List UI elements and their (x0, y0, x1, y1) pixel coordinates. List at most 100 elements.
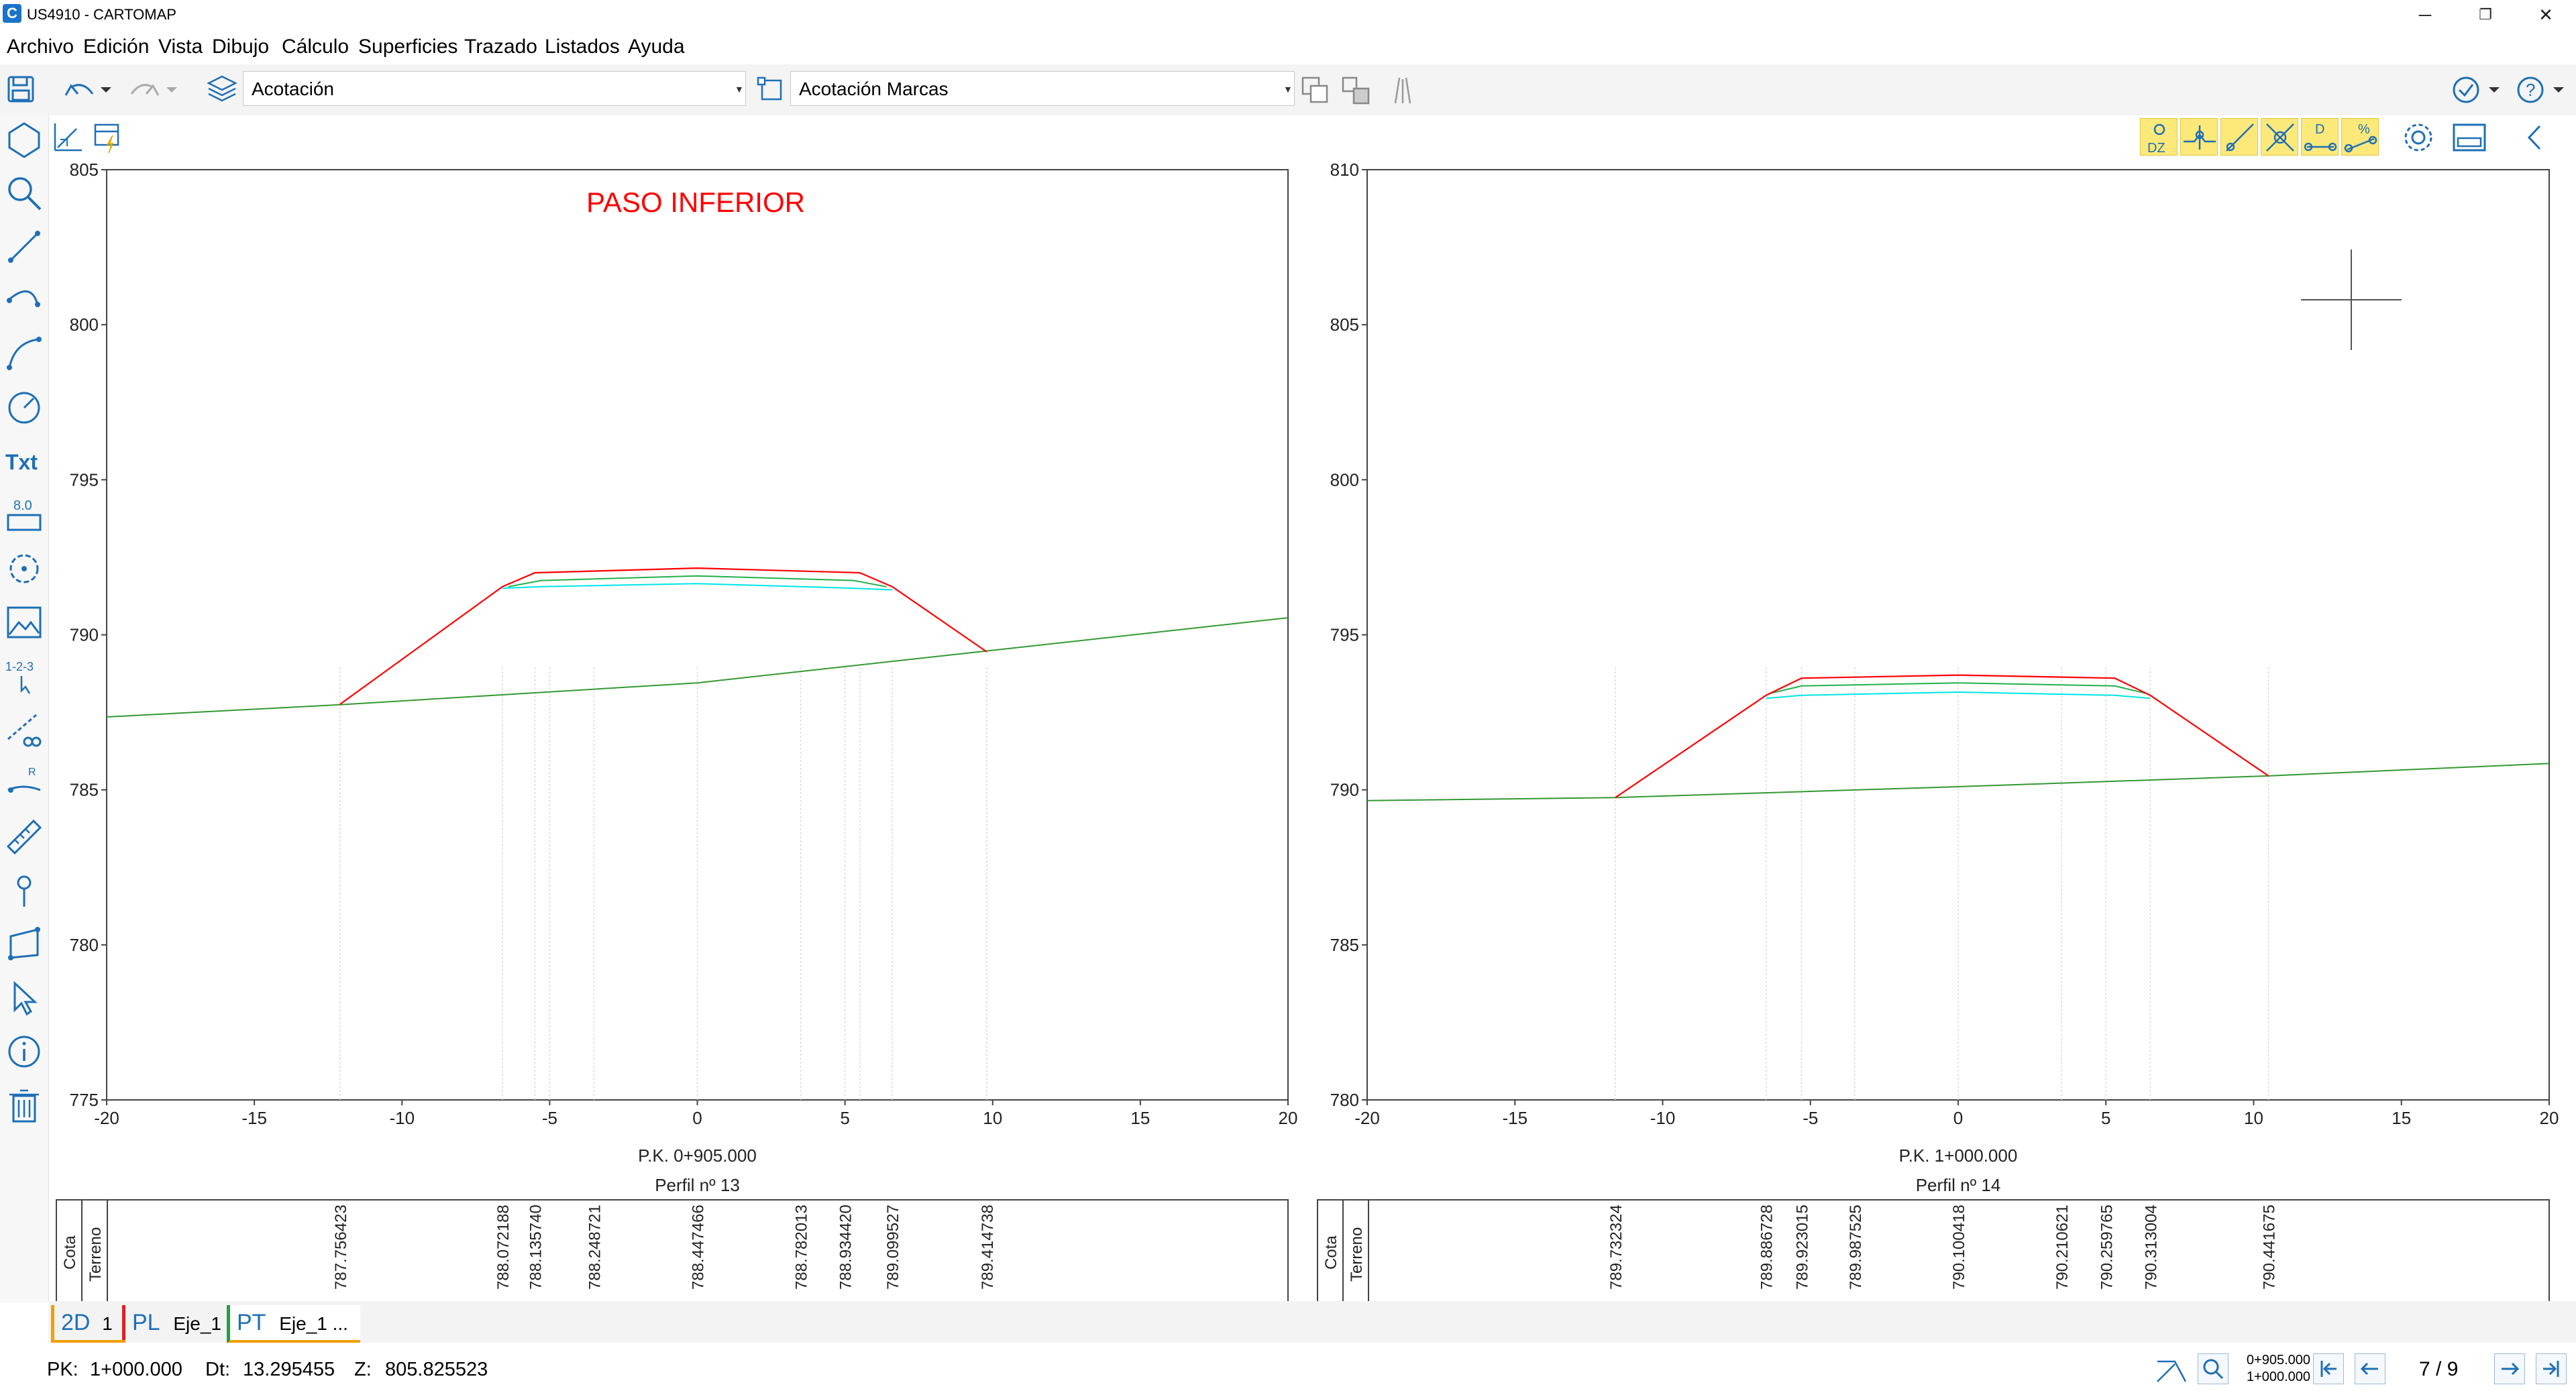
status-bar: PK: 1+000.000 Dt: 13.295455 Z: 805.82552… (0, 1343, 2576, 1395)
circle-icon[interactable] (4, 388, 44, 428)
surface-line (339, 567, 987, 705)
dz-tool[interactable]: DZ (2140, 118, 2178, 156)
dimension-tool-label: 8.0 (13, 498, 32, 513)
pk-label: P.K. 1+000.000 (1899, 1146, 2018, 1166)
plot-frame (106, 169, 1289, 1101)
x-tick-label: 5 (2101, 1108, 2110, 1128)
arc-icon[interactable] (4, 334, 44, 374)
terreno-value: 789.099527 (884, 1205, 902, 1290)
gear-wheel-icon[interactable] (4, 549, 44, 589)
x-tick-label: 0 (692, 1108, 702, 1128)
search-icon[interactable] (4, 173, 44, 213)
info-icon[interactable] (4, 1031, 44, 1072)
y-tick-label: 795 (70, 469, 99, 490)
range-bottom: 1+000.000 (2246, 1370, 2310, 1384)
arrow-right-icon (2502, 1362, 2520, 1376)
zoom-profile-button[interactable] (2198, 1353, 2229, 1384)
chevron-down-icon: ▼ (1283, 84, 1293, 95)
y-tick-label: 800 (1330, 469, 1359, 490)
tab-2d[interactable]: 2D 1 (51, 1305, 125, 1343)
curve-icon[interactable] (4, 280, 44, 321)
profile-chart-2: 810 805 800 795 790 785 780-20 -15 -10 -5 0 5 10 15 20… (1317, 161, 2559, 1301)
redo-icon[interactable] (127, 76, 181, 103)
settings-gear-icon[interactable] (2400, 119, 2436, 156)
menu-calculo[interactable]: Cálculo (282, 35, 349, 59)
delete-trash-icon[interactable] (4, 1085, 44, 1125)
tab-2d-label: 1 (102, 1313, 113, 1334)
style-combo[interactable]: Acotación Marcas ▼ (790, 71, 1295, 106)
tab-pl-prefix: PL (132, 1310, 160, 1335)
main-toolbar: Acotación ▼ Acotación Marcas ▼ ? (0, 64, 2576, 116)
terreno-value: 788.447466 (690, 1205, 708, 1290)
quick-calc-icon[interactable] (93, 121, 126, 154)
data-table-frame (56, 1199, 1289, 1301)
range-top: 0+905.000 (2246, 1353, 2310, 1368)
polyline-icon[interactable] (4, 924, 44, 964)
previous-profile-button[interactable] (2355, 1353, 2385, 1384)
window-title: US4910 - CARTOMAP (27, 6, 176, 23)
collapse-chevron-icon[interactable] (2520, 119, 2551, 156)
dt-label: Dt: (205, 1359, 231, 1380)
base-line (508, 575, 887, 588)
title-bar: C US4910 - CARTOMAP ─ ❐ ✕ (0, 0, 2576, 30)
menu-dibujo[interactable]: Dibujo (212, 35, 269, 59)
ruler-icon[interactable] (4, 817, 44, 857)
last-profile-button[interactable] (2536, 1353, 2567, 1384)
intersect-tool[interactable] (2261, 118, 2298, 156)
next-profile-button[interactable] (2494, 1353, 2525, 1384)
row-label-terreno: Terreno (1348, 1227, 1366, 1282)
restore-button[interactable]: ❐ (2455, 0, 2516, 30)
close-button[interactable]: ✕ (2516, 0, 2576, 30)
numbering-tool-label: 1-2-3 (5, 660, 34, 673)
menu-edicion[interactable]: Edición (83, 35, 149, 59)
panel-icon[interactable] (2451, 119, 2487, 156)
terreno-value: 789.987525 (1847, 1205, 1865, 1290)
select-cursor-icon[interactable] (4, 978, 44, 1018)
vertex-tool[interactable] (2180, 118, 2218, 156)
y-tick-label: 790 (1330, 780, 1359, 800)
percent-tool[interactable]: % (2341, 118, 2379, 156)
style-combo-value: Acotación Marcas (799, 78, 949, 99)
x-tick-label: 20 (1279, 1108, 1298, 1128)
axis-tool-icon[interactable] (1386, 74, 1419, 107)
text-icon[interactable]: Txt (4, 441, 44, 482)
track-profile-icon[interactable] (2155, 1355, 2188, 1386)
radius-icon[interactable]: R (4, 763, 44, 803)
minimize-button[interactable]: ─ (2395, 0, 2455, 30)
copy-layer-icon[interactable] (1299, 74, 1332, 107)
profile-viewer[interactable]: 805800795790785780775-20 -15 -10 -5 0 5 10 15 20… (48, 161, 2576, 1301)
menu-listados[interactable]: Listados (545, 35, 620, 59)
y-tick-label: 785 (1330, 935, 1359, 955)
distance-tool[interactable]: D (2301, 118, 2339, 156)
polygon-icon[interactable] (4, 119, 44, 160)
point-icon[interactable] (4, 871, 44, 911)
plot-frame (1366, 169, 2550, 1101)
menu-superficies[interactable]: Superficies (358, 35, 458, 59)
edit-profile-icon[interactable] (52, 121, 86, 154)
menu-archivo[interactable]: Archivo (7, 35, 74, 59)
move-layer-icon[interactable] (1339, 74, 1373, 107)
save-icon[interactable] (5, 74, 36, 105)
menu-vista[interactable]: Vista (158, 35, 203, 59)
menu-trazado[interactable]: Trazado (464, 35, 537, 59)
help-icon[interactable]: ? (2516, 74, 2572, 107)
terreno-value: 790.100418 (1950, 1205, 1968, 1290)
slope-tool[interactable] (2220, 118, 2258, 156)
terreno-value: 788.934420 (837, 1205, 855, 1290)
line-icon[interactable] (4, 227, 44, 267)
dimension-icon[interactable]: 8.0 (4, 495, 44, 535)
d-label: D (2315, 122, 2324, 137)
image-icon[interactable] (4, 602, 44, 643)
check-dropdown-icon[interactable] (2451, 74, 2505, 107)
layer-combo[interactable]: Acotación ▼ (243, 71, 746, 106)
x-tick-label: 10 (983, 1108, 1002, 1128)
numbering-icon[interactable]: 1-2-3 (4, 656, 44, 696)
offset-line-icon[interactable] (4, 710, 44, 750)
tab-pt[interactable]: PT Eje_1 ... (227, 1305, 360, 1344)
y-tick-label: 775 (70, 1090, 99, 1110)
undo-icon[interactable] (62, 76, 115, 103)
first-profile-button[interactable] (2313, 1353, 2344, 1384)
menu-ayuda[interactable]: Ayuda (628, 35, 685, 59)
pk-range: 0+905.000 1+000.000 (2237, 1352, 2310, 1386)
tab-pl[interactable]: PL Eje_1 (122, 1305, 231, 1340)
